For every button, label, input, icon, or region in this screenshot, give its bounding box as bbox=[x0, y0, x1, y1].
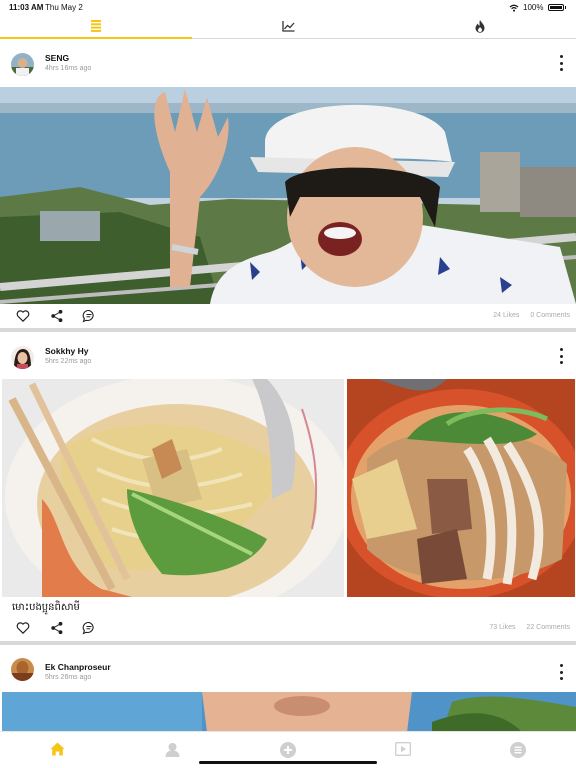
hot-flame-icon bbox=[475, 19, 485, 33]
feed-list-icon bbox=[91, 20, 101, 32]
more-options-icon[interactable] bbox=[558, 664, 564, 680]
likes-count[interactable]: 73 Likes bbox=[489, 624, 515, 631]
post-time: 5hrs 26ms ago bbox=[45, 674, 92, 681]
post-card: SENG 4hrs 16ms ago 24 Likes 0 Comments bbox=[0, 39, 576, 332]
tab-hot[interactable] bbox=[384, 14, 576, 38]
more-options-icon[interactable] bbox=[558, 55, 564, 71]
post-stats: 24 Likes 0 Comments bbox=[484, 312, 570, 319]
comment-icon[interactable] bbox=[82, 621, 96, 635]
menu-icon bbox=[510, 742, 527, 758]
nav-home[interactable] bbox=[0, 732, 115, 768]
post-username[interactable]: Sokkhy Hy bbox=[45, 346, 88, 356]
home-indicator bbox=[199, 761, 377, 764]
share-icon[interactable] bbox=[50, 309, 64, 323]
share-icon[interactable] bbox=[50, 621, 64, 635]
add-post-icon bbox=[280, 742, 296, 758]
post-stats: 73 Likes 22 Comments bbox=[480, 624, 570, 631]
status-bar: 11:03 AM Thu May 2 100% bbox=[0, 0, 576, 14]
post-photo[interactable] bbox=[347, 379, 575, 597]
post-photo[interactable] bbox=[2, 379, 344, 597]
post-photo[interactable] bbox=[0, 87, 576, 304]
likes-count[interactable]: 24 Likes bbox=[493, 312, 519, 319]
post-actions: 73 Likes 22 Comments bbox=[0, 616, 576, 640]
avatar[interactable] bbox=[11, 658, 34, 681]
post-username[interactable]: Ek Chanproseur bbox=[45, 662, 111, 672]
tab-trending[interactable] bbox=[192, 14, 384, 38]
trending-chart-icon bbox=[281, 20, 294, 32]
post-username[interactable]: SENG bbox=[45, 53, 69, 63]
video-icon bbox=[395, 742, 412, 756]
post-header: SENG 4hrs 16ms ago bbox=[0, 39, 576, 87]
avatar[interactable] bbox=[11, 346, 34, 369]
post-time: 5hrs 22ms ago bbox=[45, 358, 92, 365]
top-tabs bbox=[0, 14, 576, 39]
post-actions: 24 Likes 0 Comments bbox=[0, 304, 576, 328]
wifi-icon bbox=[509, 4, 519, 12]
avatar[interactable] bbox=[11, 53, 34, 76]
more-options-icon[interactable] bbox=[558, 348, 564, 364]
status-date: Thu May 2 bbox=[45, 3, 83, 12]
tab-feed[interactable] bbox=[0, 14, 192, 39]
home-icon bbox=[50, 742, 65, 756]
battery-icon bbox=[547, 4, 564, 11]
like-heart-icon[interactable] bbox=[16, 621, 30, 635]
battery-percent: 100% bbox=[523, 3, 544, 12]
comment-icon[interactable] bbox=[82, 309, 96, 323]
status-right: 100% bbox=[509, 3, 566, 12]
post-header: Sokkhy Hy 5hrs 22ms ago bbox=[0, 332, 576, 380]
post-card: Ek Chanproseur 5hrs 26ms ago bbox=[0, 645, 576, 732]
nav-menu[interactable] bbox=[461, 732, 576, 768]
battery-tip bbox=[564, 6, 566, 9]
post-card: Sokkhy Hy 5hrs 22ms ago មោះបងប្អូនពិសាមី… bbox=[0, 332, 576, 645]
post-time: 4hrs 16ms ago bbox=[45, 65, 92, 72]
post-caption: មោះបងប្អូនពិសាមី bbox=[12, 602, 80, 613]
comments-count[interactable]: 22 Comments bbox=[526, 624, 570, 631]
status-time: 11:03 AM bbox=[9, 3, 44, 12]
post-header: Ek Chanproseur 5hrs 26ms ago bbox=[0, 645, 576, 693]
like-heart-icon[interactable] bbox=[16, 309, 30, 323]
post-photo[interactable] bbox=[2, 692, 576, 732]
comments-count[interactable]: 0 Comments bbox=[530, 312, 570, 319]
profile-icon bbox=[165, 743, 180, 757]
